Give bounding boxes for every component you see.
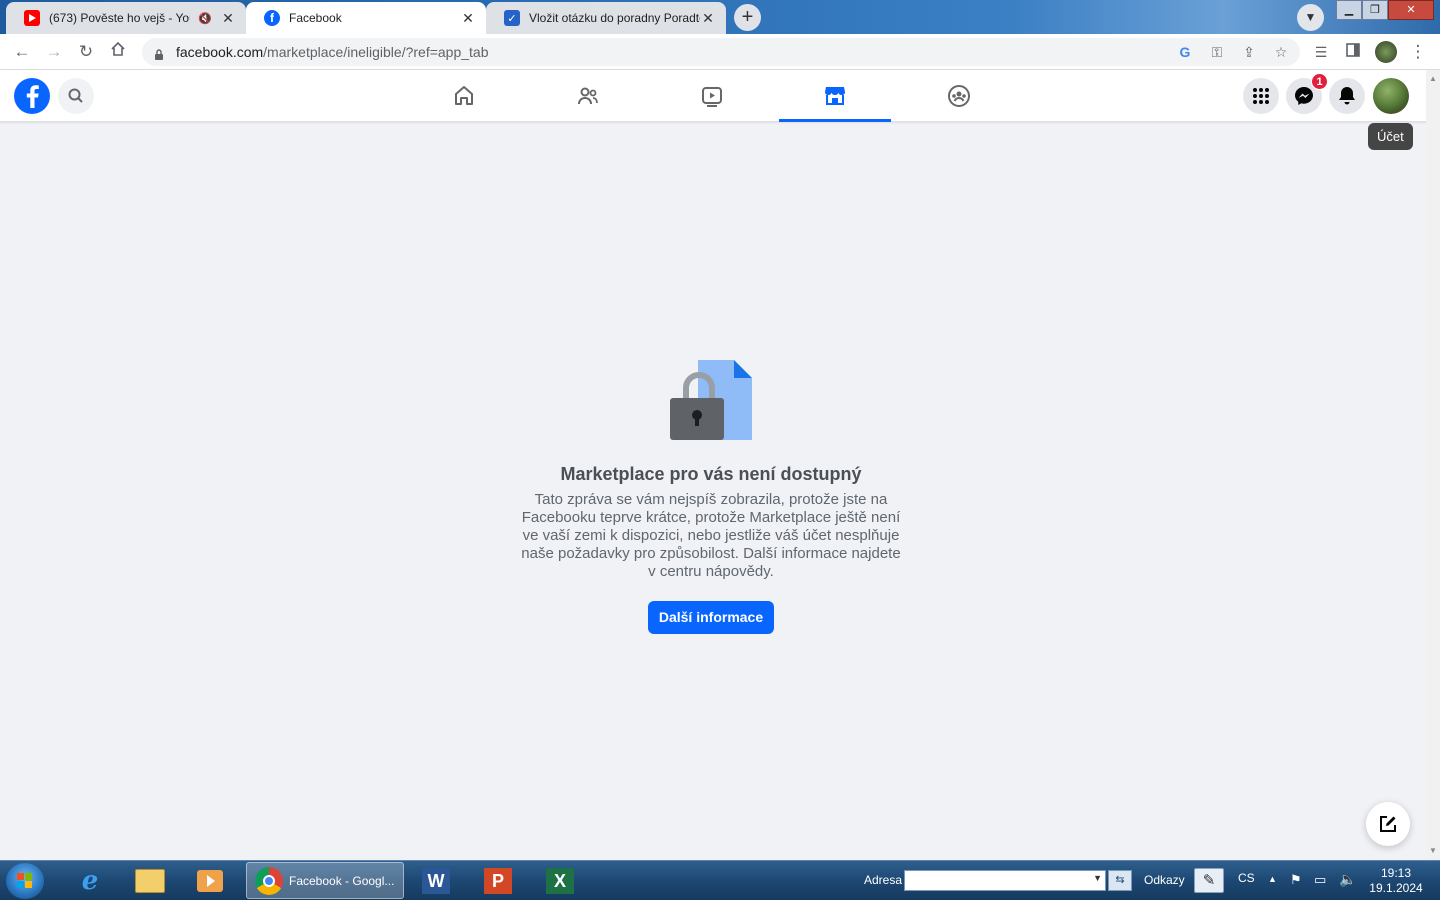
profile-avatar-icon[interactable] xyxy=(1374,40,1398,64)
powerpoint-icon[interactable]: P xyxy=(470,863,526,899)
lock-icon[interactable] xyxy=(154,47,164,60)
window-close-icon[interactable]: ✕ xyxy=(1388,0,1434,20)
menu-grid-icon[interactable] xyxy=(1243,78,1279,114)
youtube-icon xyxy=(24,10,40,26)
locked-document-icon xyxy=(670,360,752,440)
pen-input-icon[interactable]: ✎ xyxy=(1194,868,1224,893)
more-info-button[interactable]: Další informace xyxy=(647,601,775,634)
dropdown-arrow-icon[interactable]: ▼ xyxy=(1093,873,1102,883)
browser-toolbar: ← → ↻ facebook.com/marketplace/ineligibl… xyxy=(0,34,1440,70)
friends-icon xyxy=(578,87,598,105)
volume-icon[interactable]: 🔈 xyxy=(1339,871,1356,888)
compose-pencil-icon xyxy=(1380,816,1396,832)
browser-tab-strip: (673) Pověste ho vejš - YouTube 🔇 ✕ f Fa… xyxy=(0,0,1440,34)
nav-groups[interactable] xyxy=(903,70,1015,122)
video-play-icon xyxy=(702,87,722,107)
word-icon[interactable]: W xyxy=(408,863,464,899)
close-tab-icon[interactable]: ✕ xyxy=(220,10,236,26)
share-icon[interactable]: ⇪ xyxy=(1240,43,1258,61)
checkbox-icon: ✓ xyxy=(504,10,520,26)
go-arrows-icon[interactable]: ⇆ xyxy=(1108,870,1132,891)
chrome-icon xyxy=(255,866,283,895)
search-icon[interactable] xyxy=(58,78,94,114)
nav-marketplace[interactable] xyxy=(779,70,891,122)
scroll-up-icon[interactable]: ▲ xyxy=(1429,74,1437,83)
close-tab-icon[interactable]: ✕ xyxy=(460,10,476,26)
back-arrow-icon[interactable]: ← xyxy=(10,40,34,64)
scroll-down-icon[interactable]: ▼ xyxy=(1429,846,1437,855)
new-tab-button[interactable]: + xyxy=(734,4,761,31)
marketplace-content: Marketplace pro vás není dostupný Tato z… xyxy=(0,122,1426,860)
system-clock[interactable]: 19:13 19.1.2024 xyxy=(1366,866,1426,896)
action-center-flag-icon[interactable]: ⚑ xyxy=(1290,872,1302,888)
reload-icon[interactable]: ↻ xyxy=(74,40,98,64)
tab-youtube[interactable]: (673) Pověste ho vejš - YouTube 🔇 ✕ xyxy=(6,2,246,34)
address-toolbar-label: Adresa xyxy=(864,873,903,887)
home-icon xyxy=(455,86,473,105)
windows-start-button[interactable] xyxy=(6,863,44,899)
tab-title: Facebook xyxy=(289,11,342,25)
restore-icon[interactable]: ❐ xyxy=(1362,0,1388,20)
google-lens-icon[interactable]: G xyxy=(1176,43,1194,61)
tab-poradna[interactable]: ✓ Vložit otázku do poradny Poradte ✕ xyxy=(486,2,726,34)
tab-title: Vložit otázku do poradny Poradte xyxy=(529,11,700,25)
file-explorer-icon[interactable] xyxy=(122,863,178,899)
url-text: facebook.com/marketplace/ineligible/?ref… xyxy=(176,44,489,60)
taskbar-chrome-button[interactable]: Facebook - Googl... xyxy=(246,862,404,899)
reading-list-icon[interactable]: ☰ xyxy=(1309,40,1333,64)
taskbar-chrome-label: Facebook - Googl... xyxy=(289,873,395,888)
windows-taskbar: e Facebook - Googl... W P X Adresa ▼ ⇆ O… xyxy=(0,860,1440,900)
speaker-muted-icon[interactable]: 🔇 xyxy=(198,12,212,25)
side-panel-icon[interactable] xyxy=(1341,40,1365,64)
language-indicator[interactable]: CS xyxy=(1238,871,1255,885)
more-menu-icon[interactable]: ⋮ xyxy=(1406,40,1430,64)
bookmark-star-icon[interactable]: ☆ xyxy=(1272,43,1290,61)
marketplace-store-icon xyxy=(825,86,845,105)
facebook-header xyxy=(0,70,1426,122)
notifications-bell-icon[interactable] xyxy=(1329,78,1365,114)
ineligible-panel: Marketplace pro vás není dostupný Tato z… xyxy=(520,358,902,634)
nav-home[interactable] xyxy=(408,70,520,122)
home-icon[interactable] xyxy=(106,40,130,64)
forward-arrow-icon[interactable]: → xyxy=(42,40,66,64)
nav-watch[interactable] xyxy=(656,70,768,122)
minimize-icon[interactable]: ▁ xyxy=(1336,0,1362,20)
page-description: Tato zpráva se vám nejspíš zobrazila, pr… xyxy=(521,491,901,580)
facebook-logo-icon[interactable] xyxy=(14,78,50,114)
nav-friends[interactable] xyxy=(532,70,644,122)
facebook-icon: f xyxy=(264,10,280,26)
show-hidden-icons-icon[interactable]: ▲ xyxy=(1268,874,1277,884)
groups-icon xyxy=(948,85,970,107)
network-icon[interactable]: ▭ xyxy=(1314,872,1326,888)
internet-explorer-icon[interactable]: e xyxy=(62,863,118,899)
messenger-unread-badge: 1 xyxy=(1311,73,1328,90)
account-avatar[interactable] xyxy=(1373,78,1409,114)
key-icon[interactable]: ⚿ xyxy=(1208,43,1226,61)
page-title: Marketplace pro vás není dostupný xyxy=(560,464,862,484)
clock-date: 19.1.2024 xyxy=(1369,881,1423,895)
clock-time: 19:13 xyxy=(1380,866,1412,880)
tab-title: (673) Pověste ho vejš - YouTube xyxy=(49,11,190,25)
page-scrollbar[interactable]: ▲ ▼ xyxy=(1426,70,1440,860)
tab-facebook[interactable]: f Facebook ✕ xyxy=(246,2,486,34)
links-toolbar-label: Odkazy xyxy=(1144,873,1185,887)
tab-search-chevron-icon[interactable]: ▼ xyxy=(1297,4,1324,31)
media-player-icon[interactable] xyxy=(182,863,238,899)
close-tab-icon[interactable]: ✕ xyxy=(700,10,716,26)
address-bar[interactable]: facebook.com/marketplace/ineligible/?ref… xyxy=(142,38,1300,66)
excel-icon[interactable]: X xyxy=(532,863,588,899)
taskbar-address-input[interactable]: ▼ xyxy=(904,870,1106,891)
new-message-compose-button[interactable] xyxy=(1366,802,1410,846)
